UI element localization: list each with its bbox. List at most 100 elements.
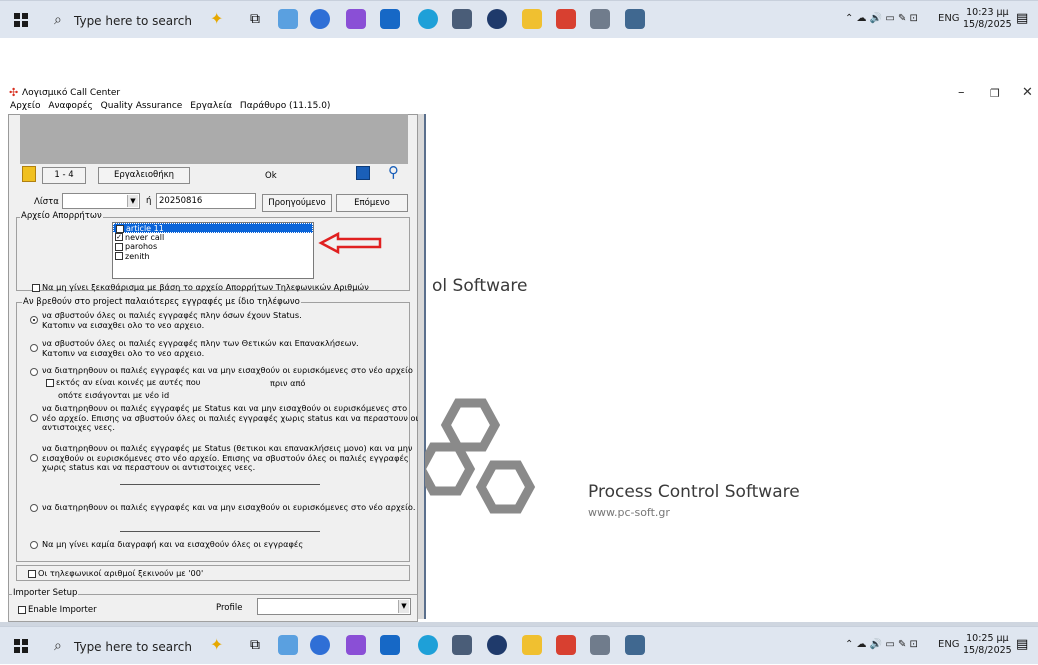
checkbox-checked[interactable]: ✓ — [116, 224, 124, 233]
list-item[interactable]: parohos — [113, 242, 313, 252]
search-icon[interactable]: ⚲ — [388, 163, 399, 181]
copilot-icon[interactable]: ✦ — [210, 9, 223, 28]
windows-start-icon[interactable] — [14, 13, 28, 27]
splitter[interactable] — [424, 114, 426, 619]
menu-reports[interactable]: Αναφορές — [48, 101, 92, 111]
tool-icon[interactable] — [590, 9, 610, 29]
date-input[interactable]: 20250816 — [156, 193, 256, 209]
radio-option-1[interactable] — [30, 316, 38, 324]
visual-studio-icon[interactable] — [346, 9, 366, 29]
menu-quality-assurance[interactable]: Quality Assurance — [101, 101, 183, 111]
bottom-taskbar: ⌕ Type here to search ✦ ⧉ ⌃ ☁ 🔊 ▭ ✎ ⊡ EN… — [0, 626, 1038, 664]
task-view-icon[interactable]: ⧉ — [250, 637, 260, 653]
taskbar-search[interactable]: ⌕ Type here to search — [44, 631, 202, 661]
company-name: Process Control Software — [588, 482, 800, 502]
radio-option-7[interactable] — [30, 541, 38, 549]
radio-option-5[interactable] — [30, 454, 38, 462]
window-title: Λογισμικό Call Center — [22, 88, 121, 98]
annotation-arrow-icon — [318, 231, 382, 255]
app-icon-2[interactable] — [310, 9, 330, 29]
taskbar-clock[interactable]: 10:25 μμ 15/8/2025 — [963, 633, 1012, 657]
splash-partial-text: ol Software — [432, 276, 528, 296]
user-app-icon[interactable] — [625, 9, 645, 29]
taskbar-clock[interactable]: 10:23 μμ 15/8/2025 — [963, 7, 1012, 31]
radio-option-2[interactable] — [30, 344, 38, 352]
visual-studio-icon[interactable] — [346, 635, 366, 655]
outlook-icon[interactable] — [380, 9, 400, 29]
checkbox-checked[interactable]: ✓ — [115, 233, 123, 241]
next-button[interactable]: Επόμενο — [336, 194, 408, 212]
callcenter-app-icon[interactable] — [556, 635, 576, 655]
minimize-icon[interactable]: – — [958, 85, 965, 100]
radio-option-6[interactable] — [30, 504, 38, 512]
calculator-icon[interactable] — [452, 635, 472, 655]
file-explorer-icon[interactable] — [522, 635, 542, 655]
radio-option-3[interactable] — [30, 368, 38, 376]
list-item[interactable]: zenith — [113, 252, 313, 262]
file-explorer-icon[interactable] — [522, 9, 542, 29]
archive-group-title: Αρχείο Απορρήτων — [20, 211, 103, 221]
save-icon[interactable] — [356, 166, 370, 180]
checkbox[interactable] — [115, 242, 123, 251]
task-view-icon[interactable]: ⧉ — [250, 11, 260, 27]
language-indicator[interactable]: ENG — [938, 13, 960, 24]
restore-icon[interactable]: ❐ — [990, 87, 1000, 100]
before-label: πριν από — [270, 378, 306, 388]
no-clean-label: Να μη γίνει ξεκαθάρισμα με βάση το αρχεί… — [42, 282, 369, 292]
menu-window[interactable]: Παράθυρο (11.15.0) — [240, 101, 331, 111]
close-icon[interactable]: ✕ — [1022, 85, 1033, 100]
app-logo-icon: ✣ — [9, 86, 19, 99]
tools-button[interactable]: Εργαλειοθήκη — [98, 167, 190, 184]
notification-icon[interactable]: ▤ — [1016, 11, 1028, 26]
list-item[interactable]: ✓ never call — [113, 233, 313, 243]
app-icon-1[interactable] — [278, 9, 298, 29]
divider — [120, 531, 320, 532]
app-icon-1[interactable] — [278, 635, 298, 655]
company-logo-icon — [425, 398, 536, 514]
menu-file[interactable]: Αρχείο — [10, 101, 41, 111]
outlook-icon[interactable] — [380, 635, 400, 655]
checkbox[interactable] — [115, 252, 123, 260]
no-clean-checkbox[interactable]: Να μη γίνει ξεκαθάρισμα με βάση το αρχεί… — [32, 282, 369, 292]
radio-option-4[interactable] — [30, 414, 38, 422]
callcenter-app-icon[interactable] — [556, 9, 576, 29]
edge-icon[interactable] — [418, 9, 438, 29]
option-3-checkbox[interactable]: εκτός αν είναι κοινές με αυτές που — [46, 377, 201, 387]
option-4-label: να διατηρηθουν οι παλιές εγγραφές με Sta… — [42, 403, 419, 432]
calculator-icon[interactable] — [452, 9, 472, 29]
lock-icon[interactable] — [22, 166, 36, 182]
importer-group-title: Importer Setup — [12, 588, 79, 598]
system-tray-icons[interactable]: ⌃ ☁ 🔊 ▭ ✎ ⊡ — [845, 13, 918, 24]
list-label: Λίστα — [34, 197, 59, 207]
tool-icon[interactable] — [590, 635, 610, 655]
system-tray-icons[interactable]: ⌃ ☁ 🔊 ▭ ✎ ⊡ — [845, 639, 918, 650]
zero-prefix-checkbox[interactable]: Οι τηλεφωνικοί αριθμοί ξεκινούν με '00' — [28, 568, 203, 578]
app-icon-2[interactable] — [310, 635, 330, 655]
menu-tools[interactable]: Εργαλεία — [190, 101, 232, 111]
remote-icon[interactable] — [487, 9, 507, 29]
company-url: www.pc-soft.gr — [588, 506, 670, 519]
archive-listbox[interactable]: ✓ article 11 ✓ never call parohos zenith — [112, 222, 314, 279]
old-records-group-title: Αν βρεθούν στο project παλαιότερες εγγρα… — [22, 297, 301, 307]
chevron-down-icon[interactable]: ▼ — [127, 195, 138, 207]
previous-button[interactable]: Προηγούμενο — [262, 194, 332, 212]
taskbar-search[interactable]: ⌕ Type here to search — [44, 5, 202, 35]
search-icon: ⌕ — [54, 12, 62, 28]
chevron-down-icon[interactable]: ▼ — [398, 600, 409, 613]
language-indicator[interactable]: ENG — [938, 639, 960, 650]
copilot-icon[interactable]: ✦ — [210, 635, 223, 654]
list-item[interactable]: ✓ article 11 — [113, 223, 313, 233]
enable-importer-checkbox[interactable]: Enable Importer — [18, 605, 97, 615]
option-2-label: να σβυστούν όλες οι παλιές εγγραφές πλην… — [42, 338, 359, 358]
edge-icon[interactable] — [418, 635, 438, 655]
user-app-icon[interactable] — [625, 635, 645, 655]
profile-select[interactable]: ▼ — [257, 598, 411, 615]
notification-icon[interactable]: ▤ — [1016, 637, 1028, 652]
option-3-label: να διατηρηθουν οι παλιές εγγραφές και να… — [42, 365, 413, 375]
or-label: ή — [146, 196, 152, 206]
windows-start-icon[interactable] — [14, 639, 28, 653]
list-select[interactable]: ▼ — [62, 193, 140, 209]
remote-icon[interactable] — [487, 635, 507, 655]
profile-label: Profile — [216, 603, 243, 613]
top-taskbar: ⌕ Type here to search ✦ ⧉ ⌃ ☁ 🔊 ▭ ✎ ⊡ EN… — [0, 0, 1038, 38]
